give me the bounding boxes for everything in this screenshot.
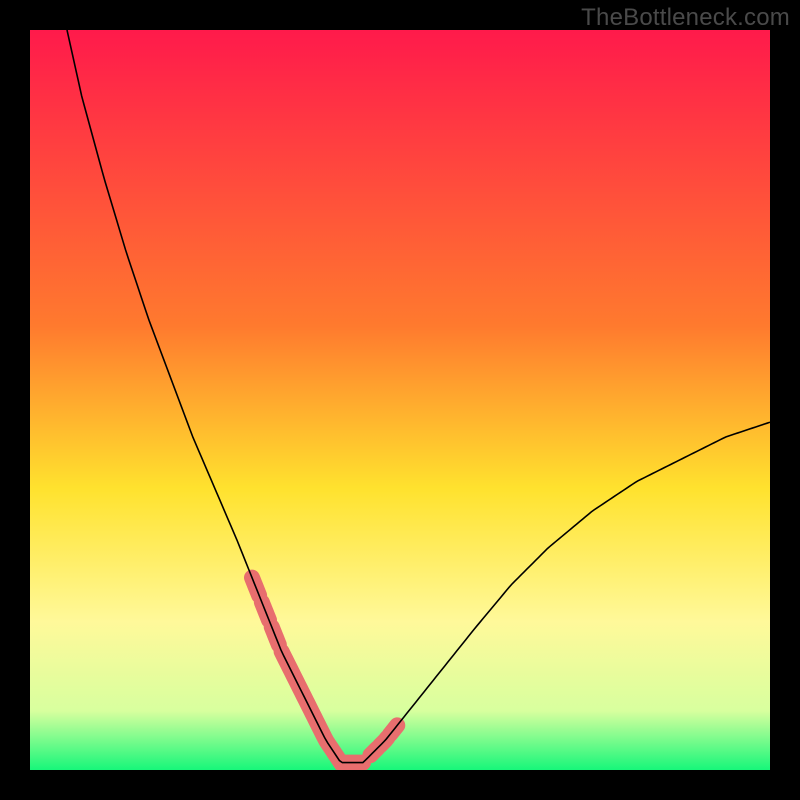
plot-svg — [30, 30, 770, 770]
plot-area — [30, 30, 770, 770]
gradient-rect — [30, 30, 770, 770]
watermark-text: TheBottleneck.com — [581, 4, 790, 32]
chart-frame: TheBottleneck.com — [0, 0, 800, 800]
